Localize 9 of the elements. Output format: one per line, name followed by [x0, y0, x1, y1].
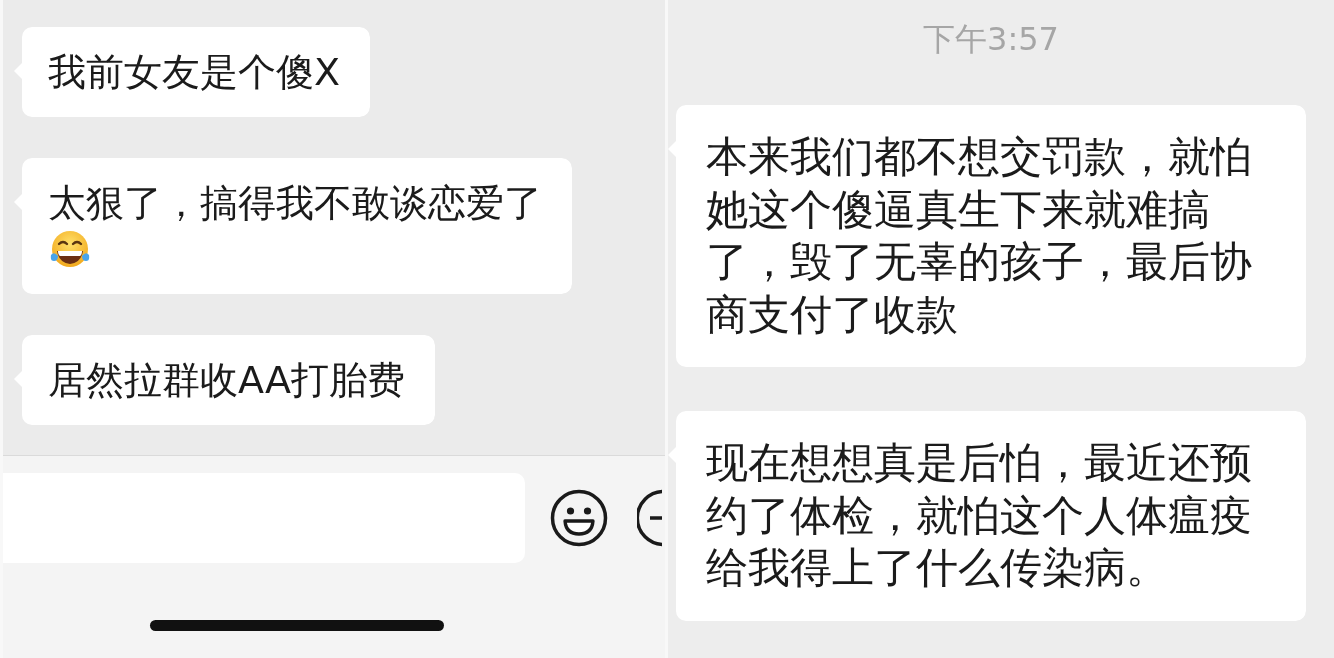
plus-icon[interactable] [637, 489, 662, 547]
message-text: 本来我们都不想交罚款，就怕她这个傻逼真生下来就难搞了，毁了无辜的孩子，最后协商支付了收款 [706, 131, 1253, 341]
message-text: 现在想想真是后怕，最近还预约了体检，就怕这个人体瘟疫给我得上了什么传染病。 [706, 437, 1253, 594]
emoji-icon[interactable] [550, 489, 608, 547]
laughing-crying-emoji-icon [48, 230, 92, 270]
timestamp: 下午3:57 [923, 19, 1059, 60]
message-text: 太狠了，搞得我不敢谈恋爱了 [48, 180, 542, 227]
message-text: 我前女友是个傻X [48, 49, 341, 96]
message-text: 居然拉群收AA打胎费 [48, 357, 406, 404]
